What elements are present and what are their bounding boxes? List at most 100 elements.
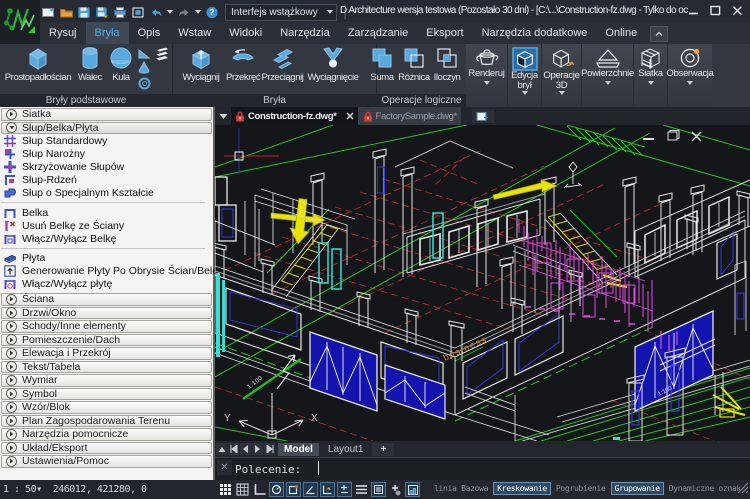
close-tab-icon[interactable]: [345, 112, 354, 120]
last-layout-button[interactable]: [264, 443, 275, 455]
ribbon-button-powierzchnie[interactable]: Powierzchnie: [581, 44, 634, 106]
palette-section-elewacja[interactable]: Elewacja i Przekrój: [1, 347, 212, 360]
palette-section-plan-zagospodarowania[interactable]: Plan Zagospodarowania Terenu: [1, 414, 212, 428]
tab-online[interactable]: Online: [596, 22, 646, 44]
ribbon-button-polibryla[interactable]: [154, 46, 171, 66]
toggle-kreskowanie[interactable]: Kreskowanie: [493, 482, 551, 495]
palette-section-drzwi-okno[interactable]: Drzwi/Okno: [1, 306, 212, 320]
palette-section-symbol[interactable]: Symbol: [1, 387, 212, 401]
menu-lines-icon[interactable]: [354, 482, 369, 497]
toggle-dynamiczne[interactable]: Dynamiczne oznak: [669, 483, 742, 494]
palette-section-narzedzia-pomocnicze[interactable]: Narzędzia pomocnicze: [1, 428, 212, 441]
command-line[interactable]: ✕ Polecenie:: [215, 457, 750, 480]
tab-eksport[interactable]: Eksport: [417, 22, 472, 44]
workspace-dropdown[interactable]: Interfejs wstążkowy: [225, 3, 337, 21]
scale-dropdown-icon[interactable]: ▾: [36, 484, 42, 495]
tab-zarzadzanie[interactable]: Zarządzanie: [339, 22, 418, 44]
next-layout-button[interactable]: [252, 443, 263, 455]
layout-tab-layout1[interactable]: Layout1: [322, 443, 370, 456]
palette-item-generowanie-plyty[interactable]: Generowanie Płyty Po Obrysie Ścian/Belek: [0, 265, 223, 278]
ribbon-button-wyciagnij[interactable]: Wyciągnij: [177, 46, 225, 83]
palette-section-wymiar[interactable]: Wymiar: [1, 374, 212, 387]
palette-section-schody[interactable]: Schody/Inne elementy: [1, 320, 212, 333]
snap-grid-icon[interactable]: [235, 482, 250, 497]
prev-layout-button[interactable]: [240, 443, 251, 455]
new-file-icon[interactable]: [40, 4, 56, 20]
grid-display-icon[interactable]: [218, 482, 233, 497]
tab-bryla[interactable]: Bryła: [85, 22, 129, 44]
redo-icon[interactable]: [176, 4, 192, 20]
ribbon-button-operacje-3d[interactable]: Operacje 3D: [542, 44, 582, 106]
toggle-grupowanie[interactable]: Grupowanie: [610, 482, 664, 495]
close-button[interactable]: [728, 2, 746, 18]
new-tab-button[interactable]: [471, 109, 494, 123]
undo-icon[interactable]: [148, 4, 164, 20]
ribbon-button-przekrec[interactable]: Przekręć: [226, 46, 261, 83]
undo-dropdown-icon[interactable]: [166, 4, 174, 20]
tab-opis[interactable]: Opis: [129, 22, 170, 44]
ribbon-button-torus[interactable]: [138, 77, 151, 95]
ribbon-button-iloczyn[interactable]: Iloczyn: [431, 46, 463, 83]
ribbon-button-kula[interactable]: Kula: [107, 46, 135, 83]
save-as-icon[interactable]: [94, 4, 110, 20]
object-snap-icon[interactable]: [286, 482, 301, 497]
palette-item-skrzyzowanie-slupow[interactable]: Skrzyżowanie Słupów: [0, 160, 213, 173]
palette-item-usun-belke[interactable]: Usuń Belkę ze Ściany: [0, 219, 213, 232]
doc-tab-construction[interactable]: Construction-fz.dwg*: [231, 107, 359, 125]
palette-item-belka[interactable]: Belka: [0, 206, 213, 219]
preview-icon[interactable]: [130, 4, 146, 20]
ribbon-button-wyciagniecie[interactable]: Wyciągnięcie: [306, 46, 360, 83]
palette-section-pomieszczenie-dach[interactable]: Pomieszczenie/Dach: [1, 333, 212, 347]
ribbon-button-siatka[interactable]: Siatka: [634, 44, 668, 106]
ribbon-button-przeciagnij[interactable]: Przeciągnij: [260, 46, 305, 83]
ortho-icon[interactable]: [252, 482, 267, 497]
palette-item-slup-specjalny[interactable]: Słup o Specjalnym Kształcie: [0, 187, 213, 200]
annotation-monitor-icon[interactable]: [405, 482, 420, 497]
help-icon[interactable]: ?: [204, 4, 220, 20]
ribbon-button-renderuj[interactable]: Renderuj: [466, 44, 508, 106]
snap-tracking-icon[interactable]: [320, 482, 335, 497]
palette-item-slup-narozny[interactable]: Słup Narożny: [0, 147, 213, 160]
layout-tab-model[interactable]: Model: [278, 442, 319, 456]
palette-item-slup-standardowy[interactable]: Słup Standardowy: [0, 134, 213, 147]
close-command-icon[interactable]: ✕: [217, 460, 232, 475]
ribbon-button-edycja-bryl[interactable]: Edycja brył: [508, 44, 542, 106]
ribbon-collapse-button[interactable]: [650, 26, 669, 42]
polar-tracking-icon[interactable]: [269, 482, 284, 497]
minimize-button[interactable]: [684, 2, 702, 18]
add-selected-icon[interactable]: [388, 482, 403, 497]
maximize-button[interactable]: [706, 2, 724, 18]
palette-section-wzor-blok[interactable]: Wzór/Blok: [1, 401, 212, 414]
ribbon-button-roznica[interactable]: Różnica: [397, 46, 431, 83]
redo-dropdown-icon[interactable]: [194, 4, 202, 20]
tab-widoki[interactable]: Widoki: [220, 22, 271, 44]
save-icon[interactable]: [76, 4, 92, 20]
palette-section-uklad-eksport[interactable]: Układ/Eksport: [1, 441, 212, 455]
add-layout-button[interactable]: +: [372, 442, 395, 456]
drawing-canvas[interactable]: X Y 1:100 business 1:100: [212, 124, 750, 442]
palette-item-plyta[interactable]: Płyta: [0, 252, 213, 265]
palette-item-wlacz-belke[interactable]: Włącz/Wyłącz Belkę: [0, 232, 213, 245]
resize-grip[interactable]: [737, 479, 749, 498]
palette-section-sciana[interactable]: Ściana: [1, 293, 212, 306]
print-icon[interactable]: [112, 4, 128, 20]
tab-narzedzia[interactable]: Narzędzia: [271, 22, 339, 44]
mdi-window-controls[interactable]: [643, 129, 702, 142]
palette-section-tekst-tabela[interactable]: Tekst/Tabela: [1, 360, 212, 374]
tab-rysuj[interactable]: Rysuj: [40, 22, 86, 44]
toggle-pogrubienie[interactable]: Pogrubienie: [556, 483, 606, 494]
ribbon-button-suma[interactable]: Suma: [368, 46, 396, 83]
toggle-linia-bazowa[interactable]: linia Bazowa: [434, 483, 489, 494]
doc-tab-list-dropdown[interactable]: [215, 107, 231, 125]
dynamic-ucs-icon[interactable]: [337, 482, 352, 497]
palette-item-wlacz-plyte[interactable]: Włącz/Wyłącz płytę: [0, 278, 213, 291]
tab-wstaw[interactable]: Wstaw: [169, 22, 220, 44]
ribbon-button-walec[interactable]: Walec: [74, 46, 106, 83]
hatch-display-icon[interactable]: [371, 482, 386, 497]
tab-narzedzia-dodatkowe[interactable]: Narzędzia dodatkowe: [473, 22, 597, 44]
scroll-up-button[interactable]: [216, 443, 227, 455]
ribbon-button-obserwacja[interactable]: Obserwacja: [666, 44, 714, 106]
polar-angle-icon[interactable]: [303, 482, 318, 497]
palette-section-slup-belka-plyta[interactable]: Słup/Belka/Płyta: [1, 121, 212, 134]
palette-item-slup-rdzen[interactable]: Słup-Rdzeń: [0, 174, 213, 187]
